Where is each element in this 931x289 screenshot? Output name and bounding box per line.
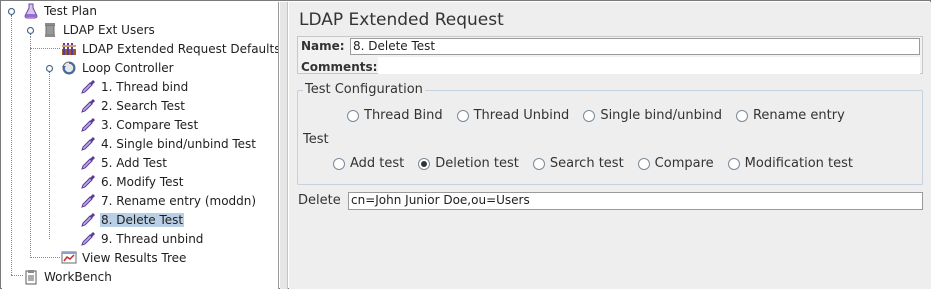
sampler-pipette-icon — [81, 175, 95, 189]
config-element-icon — [62, 43, 76, 55]
tree-node-defaults[interactable]: LDAP Extended Request Defaults — [61, 40, 278, 58]
tree-node-sampler[interactable]: 7. Rename entry (moddn) — [80, 192, 257, 210]
tree-node-test-plan[interactable]: Test Plan — [23, 2, 98, 20]
radio-rename-entry[interactable]: Rename entry — [735, 108, 845, 123]
tree-node-sampler-selected[interactable]: 8. Delete Test — [80, 211, 185, 229]
radio-deletion-test[interactable]: Deletion test — [418, 156, 519, 171]
radio-add-test[interactable]: Add test — [333, 156, 404, 171]
tree-node-loop-controller[interactable]: Loop Controller — [61, 59, 175, 77]
tree-node-sampler[interactable]: 9. Thread unbind — [80, 230, 204, 248]
collapse-toggle-icon[interactable] — [45, 64, 54, 73]
listener-graph-icon — [61, 251, 77, 264]
tree-node-listener[interactable]: View Results Tree — [61, 249, 187, 267]
radio-dot — [735, 109, 748, 122]
tree-node-thread-group[interactable]: LDAP Ext Users — [42, 21, 156, 39]
tree-connector — [30, 48, 60, 49]
comments-label: Comments: — [301, 60, 378, 74]
tree-node-sampler[interactable]: 5. Add Test — [80, 154, 168, 172]
tree-node-workbench[interactable]: WorkBench — [23, 268, 113, 286]
tree-node-sampler[interactable]: 3. Compare Test — [80, 116, 199, 134]
comments-field[interactable] — [378, 57, 920, 74]
tree-connector — [49, 74, 50, 239]
sampler-pipette-icon — [81, 194, 95, 208]
tree-connector — [11, 16, 12, 275]
radio-compare[interactable]: Compare — [637, 156, 714, 171]
sampler-pipette-icon — [81, 213, 95, 227]
radio-dot — [347, 109, 359, 122]
name-field[interactable]: 8. Delete Test — [350, 38, 920, 55]
test-label: Test — [303, 132, 329, 147]
tree-node-sampler[interactable]: 1. Thread bind — [80, 78, 189, 96]
name-comments-box: Name: 8. Delete Test Comments: — [297, 36, 923, 74]
tree-connector — [30, 36, 31, 258]
radio-single-bind-unbind[interactable]: Single bind/unbind — [583, 108, 722, 123]
collapse-toggle-icon[interactable] — [26, 26, 35, 35]
radio-dot — [456, 109, 469, 122]
thread-group-spool-icon — [45, 23, 55, 37]
sampler-pipette-icon — [81, 156, 95, 170]
tree-connector — [30, 257, 60, 258]
panel-title: LDAP Extended Request — [299, 10, 504, 30]
test-plan-tree[interactable]: Test Plan LDAP Ext Users LDAP Extended R… — [2, 2, 279, 289]
delete-dn-field[interactable]: cn=John Junior Doe,ou=Users — [348, 192, 923, 210]
split-pane-divider[interactable] — [280, 2, 288, 289]
radio-thread-bind[interactable]: Thread Bind — [347, 108, 443, 123]
tree-node-sampler[interactable]: 6. Modify Test — [80, 173, 184, 191]
config-radio-row: Thread Bind Thread Unbind Single bind/un… — [347, 108, 859, 123]
radio-thread-unbind[interactable]: Thread Unbind — [456, 108, 569, 123]
tree-connector — [11, 275, 23, 276]
radio-dot-selected — [418, 157, 431, 170]
sampler-pipette-icon — [81, 232, 95, 246]
app-window: Test Plan LDAP Ext Users LDAP Extended R… — [0, 0, 931, 289]
radio-search-test[interactable]: Search test — [532, 156, 624, 171]
tree-node-sampler[interactable]: 2. Search Test — [80, 97, 186, 115]
sampler-pipette-icon — [81, 80, 95, 94]
sampler-pipette-icon — [81, 137, 95, 151]
radio-dot — [727, 157, 740, 170]
name-label: Name: — [301, 39, 345, 53]
radio-modification-test[interactable]: Modification test — [727, 156, 853, 171]
test-configuration-title: Test Configuration — [303, 82, 425, 97]
radio-dot — [583, 109, 596, 122]
test-radio-row: Add test Deletion test Search test Compa… — [333, 156, 867, 171]
tree-node-sampler[interactable]: 4. Single bind/unbind Test — [80, 135, 257, 153]
radio-dot — [333, 157, 345, 170]
test-plan-flask-icon — [24, 3, 38, 19]
collapse-toggle-icon[interactable] — [7, 7, 16, 16]
sampler-pipette-icon — [81, 118, 95, 132]
radio-dot — [637, 157, 650, 170]
sampler-editor-panel: LDAP Extended Request Name: 8. Delete Te… — [289, 2, 931, 289]
loop-controller-icon — [62, 61, 76, 75]
workbench-clipboard-icon — [25, 270, 37, 285]
sampler-pipette-icon — [81, 99, 95, 113]
radio-dot — [532, 157, 545, 170]
delete-label: Delete — [298, 193, 341, 208]
